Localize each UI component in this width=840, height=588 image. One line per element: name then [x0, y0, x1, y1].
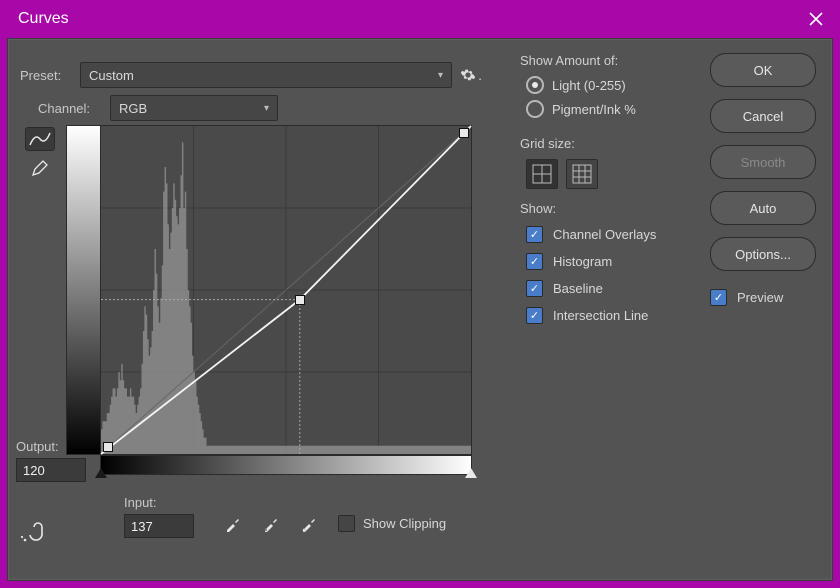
white-eyedropper-icon[interactable]	[296, 511, 322, 537]
chevron-down-icon: ▾	[264, 103, 269, 114]
output-field[interactable]: 120	[16, 458, 86, 482]
preview-label: Preview	[737, 290, 783, 305]
preset-value: Custom	[89, 68, 134, 83]
light-label: Light (0-255)	[552, 78, 626, 93]
curve-handle-highlight[interactable]	[459, 128, 469, 138]
show-option-checkbox[interactable]: ✓	[526, 226, 543, 243]
show-option-checkbox[interactable]: ✓	[526, 253, 543, 270]
input-field[interactable]: 137	[124, 514, 194, 538]
output-group: Output: 120	[16, 439, 94, 482]
auto-button[interactable]: Auto	[710, 191, 816, 225]
input-group: Input: 137	[124, 495, 204, 538]
light-radio[interactable]	[526, 76, 544, 94]
pigment-label: Pigment/Ink %	[552, 102, 636, 117]
input-label: Input:	[124, 495, 204, 510]
black-point-slider[interactable]	[95, 468, 107, 478]
channel-label: Channel:	[38, 101, 110, 116]
output-label: Output:	[16, 439, 94, 454]
light-radio-row: Light (0-255)	[526, 76, 708, 94]
dialog-panel: Preset: Custom ▾ . Channel: RGB ▾	[7, 38, 833, 581]
show-clipping-row: Show Clipping	[338, 515, 446, 532]
pencil-tool-icon[interactable]	[26, 157, 54, 179]
targeted-adjust-icon[interactable]	[20, 523, 46, 550]
grid-fine-button[interactable]	[566, 159, 598, 189]
show-option-label: Intersection Line	[553, 308, 648, 323]
window-title: Curves	[18, 10, 69, 28]
close-icon[interactable]	[792, 0, 840, 38]
show-amount-title: Show Amount of:	[520, 53, 708, 68]
cancel-button[interactable]: Cancel	[710, 99, 816, 133]
show-option-row: ✓ Histogram	[526, 253, 708, 270]
curves-chart[interactable]	[100, 125, 472, 455]
show-option-checkbox[interactable]: ✓	[526, 280, 543, 297]
show-clipping-checkbox[interactable]	[338, 515, 355, 532]
show-option-label: Channel Overlays	[553, 227, 656, 242]
input-gradient	[100, 455, 472, 475]
channel-value: RGB	[119, 101, 147, 116]
preview-row: ✓ Preview	[710, 289, 816, 306]
curve-handle-shadow[interactable]	[103, 442, 113, 452]
preview-checkbox[interactable]: ✓	[710, 289, 727, 306]
action-buttons: OK Cancel Smooth Auto Options... ✓ Previ…	[710, 53, 816, 306]
grid-size-title: Grid size:	[520, 136, 708, 151]
gear-icon[interactable]: .	[462, 66, 480, 84]
eyedroppers	[220, 511, 322, 537]
smooth-button[interactable]: Smooth	[710, 145, 816, 179]
channel-select[interactable]: RGB ▾	[110, 95, 278, 121]
pigment-radio[interactable]	[526, 100, 544, 118]
black-eyedropper-icon[interactable]	[220, 511, 246, 537]
show-title: Show:	[520, 201, 708, 216]
show-option-row: ✓ Baseline	[526, 280, 708, 297]
preset-label: Preset:	[20, 68, 80, 83]
grid-coarse-button[interactable]	[526, 159, 558, 189]
show-option-row: ✓ Channel Overlays	[526, 226, 708, 243]
ok-button[interactable]: OK	[710, 53, 816, 87]
preset-row: Preset: Custom ▾ .	[20, 61, 480, 89]
chevron-down-icon: ▾	[438, 70, 443, 81]
show-clipping-label: Show Clipping	[363, 516, 446, 531]
titlebar: Curves	[0, 0, 840, 38]
white-point-slider[interactable]	[465, 468, 477, 478]
show-option-row: ✓ Intersection Line	[526, 307, 708, 324]
display-options: Show Amount of: Light (0-255) Pigment/In…	[516, 47, 708, 334]
curve-tools	[20, 127, 60, 179]
show-option-label: Histogram	[553, 254, 612, 269]
channel-row: Channel: RGB ▾	[38, 95, 278, 121]
curve-handle-mid[interactable]	[295, 295, 305, 305]
options-button[interactable]: Options...	[710, 237, 816, 271]
gray-eyedropper-icon[interactable]	[258, 511, 284, 537]
preset-select[interactable]: Custom ▾	[80, 62, 452, 88]
pigment-radio-row: Pigment/Ink %	[526, 100, 708, 118]
output-gradient	[66, 125, 103, 455]
curve-tool-icon[interactable]	[25, 127, 55, 151]
show-option-label: Baseline	[553, 281, 603, 296]
show-option-checkbox[interactable]: ✓	[526, 307, 543, 324]
